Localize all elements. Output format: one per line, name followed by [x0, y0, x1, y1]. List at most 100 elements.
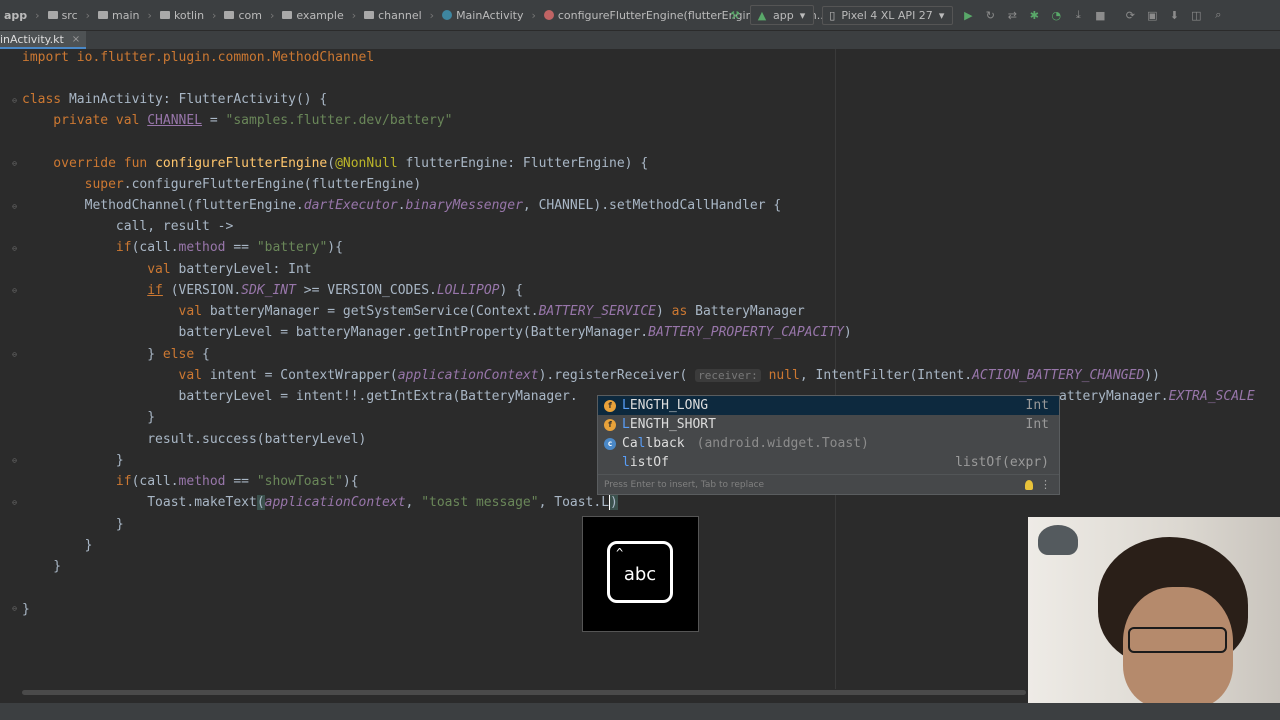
- code-line-13: val batteryManager = getSystemService(Co…: [178, 304, 805, 319]
- input-method-overlay: ^ abc: [582, 516, 699, 632]
- code-line-4: private val CHANNEL = "samples.flutter.d…: [22, 113, 453, 128]
- folder-icon: [47, 11, 58, 19]
- avd-manager-icon[interactable]: ▣: [1145, 8, 1159, 22]
- folder-icon: [364, 11, 375, 19]
- profile-icon[interactable]: ◔: [1049, 8, 1063, 22]
- code-line-18: }: [22, 410, 156, 425]
- run-config-select[interactable]: ▲ app ▾: [750, 5, 815, 25]
- chevron-right-icon: ›: [351, 8, 357, 22]
- code-line-11: val batteryLevel: Int: [147, 262, 312, 277]
- status-bar: [0, 703, 1280, 720]
- completion-item[interactable]: listOf listOf(expr): [598, 453, 1059, 472]
- breadcrumb-item-mainactivity[interactable]: MainActivity: [438, 9, 527, 22]
- function-icon: [543, 10, 554, 20]
- class-icon: c: [604, 437, 616, 450]
- fold-icon[interactable]: ⊖: [10, 159, 19, 168]
- phone-icon: ▯: [829, 8, 836, 22]
- code-line-8: MethodChannel(flutterEngine.dartExecutor…: [22, 198, 782, 213]
- parameter-hint: receiver:: [695, 369, 761, 382]
- fold-icon[interactable]: ⊖: [10, 202, 19, 211]
- fold-icon[interactable]: ⊖: [10, 244, 19, 253]
- code-line-12: if (VERSION.SDK_INT >= VERSION_CODES.LOL…: [147, 283, 523, 298]
- code-line-9: call, result ->: [22, 219, 234, 234]
- field-icon: f: [604, 418, 616, 431]
- horizontal-scrollbar[interactable]: [22, 690, 1026, 695]
- attach-debugger-icon[interactable]: ⤓: [1071, 8, 1085, 22]
- debug-icon[interactable]: ✱: [1027, 8, 1041, 22]
- search-icon[interactable]: ⌕: [1211, 8, 1225, 22]
- breadcrumb-item-example[interactable]: example: [278, 9, 347, 22]
- fold-icon[interactable]: ⊖: [10, 96, 19, 105]
- stop-icon[interactable]: ■: [1093, 8, 1107, 22]
- text-caret: ): [609, 495, 618, 510]
- breadcrumb-item-com[interactable]: com: [220, 9, 266, 22]
- code-line-7: super.configureFlutterEngine(flutterEngi…: [84, 177, 422, 192]
- fold-icon[interactable]: ⊖: [10, 286, 19, 295]
- navigation-bar: app › src › main › kotlin › com › example › ch…: [0, 0, 1280, 31]
- code-line-1: import io.flutter.plugin.common.MethodCh…: [22, 50, 375, 65]
- breadcrumb: app › src › main › kotlin › com › example › ch…: [0, 0, 831, 30]
- completion-popup: f LENGTH_LONG Int f LENGTH_SHORT Int c C…: [597, 395, 1060, 495]
- apply-code-changes-icon[interactable]: ⇄: [1005, 8, 1019, 22]
- code-line-24: }: [22, 538, 93, 553]
- completion-footer: Press Enter to insert, Tab to replace ⋮: [598, 474, 1059, 494]
- code-line-3: class MainActivity: FlutterActivity() {: [22, 92, 328, 107]
- code-line-10: if(call.method == "battery"){: [115, 240, 343, 255]
- chevron-right-icon: ›: [212, 8, 217, 22]
- caret-up-icon: ^: [616, 546, 624, 560]
- code-line-21: if(call.method == "showToast"){: [115, 474, 359, 489]
- folder-icon: [282, 11, 293, 19]
- fold-icon[interactable]: ⊖: [10, 456, 19, 465]
- chevron-right-icon: ›: [35, 8, 40, 22]
- code-line-14: batteryLevel = batteryManager.getIntProp…: [22, 325, 852, 340]
- sync-icon[interactable]: ⟳: [1123, 8, 1137, 22]
- completion-item[interactable]: f LENGTH_LONG Int: [598, 396, 1059, 415]
- folder-icon: [159, 11, 170, 19]
- code-line-20: }: [22, 453, 124, 468]
- class-icon: [442, 10, 453, 20]
- more-options-icon[interactable]: ⋮: [1040, 475, 1051, 495]
- code-line-25: }: [22, 559, 62, 574]
- code-line-16: val intent = ContextWrapper(applicationC…: [178, 368, 1160, 383]
- webcam-video: [1028, 517, 1280, 708]
- fold-icon[interactable]: ⊖: [10, 604, 19, 613]
- toolbar: ⚒ ▲ app ▾ ▯ Pixel 4 XL API 27 ▾ ▶ ↻ ⇄ ✱ ◔ ⤓ …: [728, 0, 1225, 30]
- code-line-17-tail: atteryManager.EXTRA_SCALE: [1059, 389, 1255, 404]
- chevron-right-icon: ›: [429, 8, 435, 22]
- folder-icon: [98, 11, 109, 19]
- chevron-right-icon: ›: [147, 8, 152, 22]
- chevron-right-icon: ›: [531, 8, 536, 22]
- completion-item[interactable]: f LENGTH_SHORT Int: [598, 415, 1059, 434]
- device-select[interactable]: ▯ Pixel 4 XL API 27 ▾: [822, 5, 954, 25]
- sdk-manager-icon[interactable]: ⬇: [1167, 8, 1181, 22]
- layout-inspector-icon[interactable]: ◫: [1189, 8, 1203, 22]
- completion-item[interactable]: c Callback (android.widget.Toast): [598, 434, 1059, 453]
- chevron-right-icon: ›: [269, 8, 275, 22]
- code-line-27: }: [22, 602, 30, 617]
- folder-icon: [224, 11, 235, 19]
- breadcrumb-item-src[interactable]: src: [44, 9, 82, 22]
- breadcrumb-item-kotlin[interactable]: kotlin: [156, 9, 208, 22]
- fold-icon[interactable]: ⊖: [10, 498, 19, 507]
- lightbulb-icon[interactable]: [1025, 480, 1033, 490]
- fold-icon[interactable]: ⊖: [10, 350, 19, 359]
- breadcrumb-item-main[interactable]: main: [94, 9, 143, 22]
- code-line-19: result.success(batteryLevel): [22, 432, 367, 447]
- code-line-23: }: [22, 517, 124, 532]
- breadcrumb-item-app[interactable]: app: [0, 9, 31, 22]
- apply-changes-icon[interactable]: ↻: [983, 8, 997, 22]
- close-icon[interactable]: ×: [72, 34, 80, 45]
- hammer-icon[interactable]: ⚒: [728, 8, 742, 22]
- code-line-6: override fun configureFlutterEngine(@Non…: [22, 156, 649, 171]
- android-icon: ▲: [757, 8, 767, 22]
- glasses-shape: [1128, 627, 1227, 653]
- run-icon[interactable]: ▶: [961, 8, 975, 22]
- field-icon: f: [604, 399, 616, 412]
- chevron-right-icon: ›: [85, 8, 91, 22]
- chevron-down-icon: ▾: [938, 8, 945, 22]
- lamp-shape: [1038, 525, 1078, 555]
- code-line-17: batteryLevel = intent!!.getIntExtra(Batt…: [22, 389, 578, 404]
- keyboard-icon: ^ abc: [607, 541, 673, 603]
- chevron-down-icon: ▾: [799, 8, 806, 22]
- breadcrumb-item-channel[interactable]: channel: [360, 9, 426, 22]
